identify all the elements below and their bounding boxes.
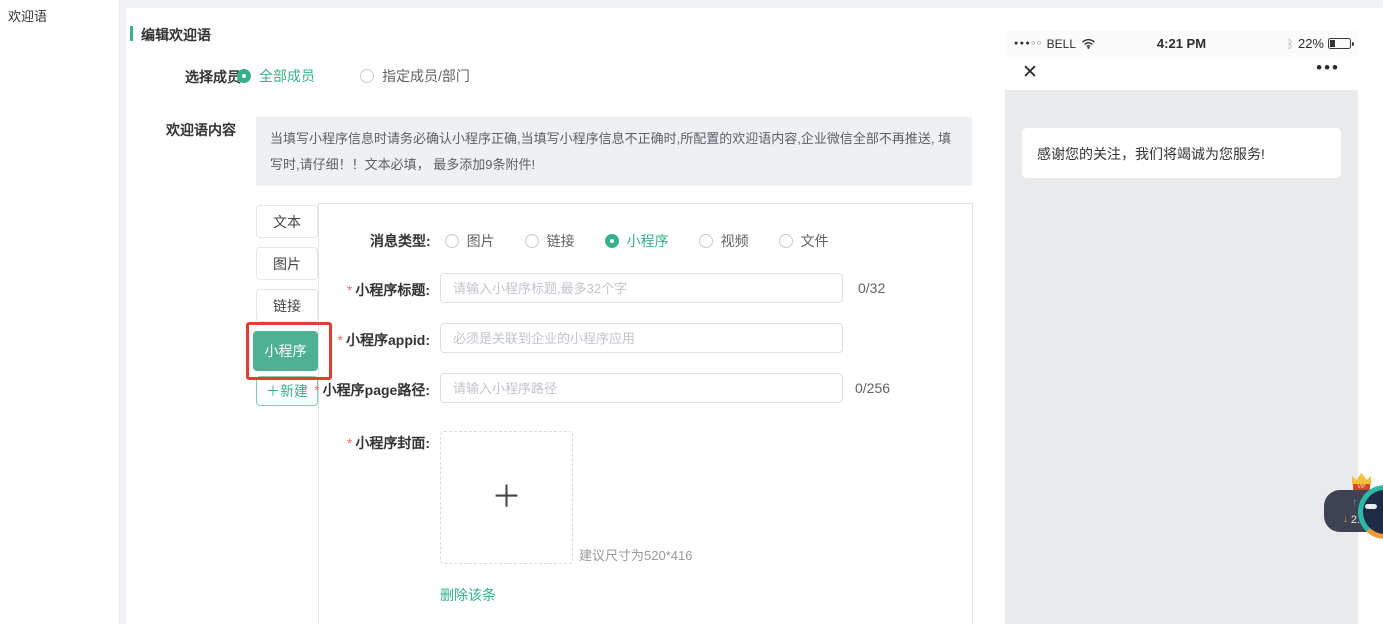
path-char-counter: 0/256 [855, 380, 890, 396]
tab-image[interactable]: 图片 [256, 247, 318, 280]
radio-specified-members-label: 指定成员/部门 [382, 66, 470, 86]
speed-pill[interactable]: ↑ 0K/s ↓ 2.1K/s [1324, 490, 1383, 532]
battery-percent: 22% [1298, 36, 1324, 51]
required-asterisk: * [347, 435, 352, 451]
radio-selected-icon[interactable] [605, 234, 619, 248]
sidebar-item-welcome-message[interactable]: 欢迎语 [8, 6, 47, 25]
msgtype-video-label: 视频 [721, 231, 749, 251]
radio-msgtype-video[interactable]: 视频 [699, 231, 749, 251]
radio-all-members[interactable]: 全部成员 [237, 66, 315, 86]
tab-text[interactable]: 文本 [256, 205, 318, 238]
cover-size-hint: 建议尺寸为520*416 [579, 545, 692, 564]
radio-unselected-icon[interactable] [525, 234, 539, 248]
radio-selected-icon[interactable] [237, 69, 251, 83]
download-arrow-icon: ↓ [1343, 514, 1348, 525]
radio-specified-members[interactable]: 指定成员/部门 [360, 66, 470, 86]
required-asterisk: * [347, 282, 352, 298]
more-menu-icon[interactable]: ••• [1316, 58, 1340, 78]
msgtype-link-label: 链接 [547, 231, 575, 251]
downloader-logo-inner [1363, 490, 1383, 534]
battery-icon [1328, 38, 1351, 49]
miniprogram-path-input[interactable] [440, 373, 843, 403]
miniprogram-path-label-text: 小程序page路径: [323, 382, 430, 398]
content-label: 欢迎语内容 [166, 120, 236, 140]
miniprogram-appid-label-text: 小程序appid: [346, 332, 430, 348]
radio-msgtype-file[interactable]: 文件 [779, 231, 829, 251]
plus-icon: ＋ [492, 483, 522, 513]
msgtype-miniprogram-label: 小程序 [627, 231, 669, 251]
bluetooth-icon: ᛒ [1287, 37, 1294, 51]
message-type-group: 消息类型: 图片 链接 小程序 视频 文件 [370, 231, 859, 251]
downloader-logo-dash [1365, 504, 1377, 509]
heading-accent-bar [130, 26, 133, 41]
radio-unselected-icon[interactable] [445, 234, 459, 248]
close-icon[interactable]: ✕ [1022, 61, 1038, 84]
radio-all-members-label: 全部成员 [259, 66, 315, 86]
radio-unselected-icon[interactable] [699, 234, 713, 248]
miniprogram-title-input[interactable] [440, 273, 843, 303]
tab-image-label: 图片 [273, 254, 301, 274]
miniprogram-appid-input[interactable] [440, 323, 843, 353]
message-type-label: 消息类型: [370, 231, 431, 251]
radio-unselected-icon[interactable] [360, 69, 374, 83]
tab-text-label: 文本 [273, 212, 301, 232]
status-right-cluster: ᛒ 22% [1287, 36, 1351, 51]
phone-nav-bar: ✕ ••• [1005, 57, 1358, 90]
page: 欢迎语 编辑欢迎语 选择成员 全部成员 指定成员/部门 欢迎语内容 当填写小程序… [0, 0, 1383, 624]
miniprogram-cover-label-text: 小程序封面: [355, 435, 430, 451]
upload-arrow-icon: ↑ [1352, 497, 1357, 508]
member-select-group: 全部成员 指定成员/部门 [237, 66, 515, 86]
sidebar: 欢迎语 [0, 0, 118, 624]
cover-upload-box[interactable]: ＋ [440, 431, 573, 564]
miniprogram-title-label: *小程序标题: [166, 280, 430, 300]
delete-entry-link[interactable]: 删除该条 [440, 585, 496, 605]
page-title: 编辑欢迎语 [141, 25, 211, 45]
welcome-message-bubble: 感谢您的关注，我们将竭诚为您服务! [1022, 128, 1341, 178]
miniprogram-path-label: *小程序page路径: [166, 380, 430, 400]
phone-preview: ●●●○○ BELL 4:21 PM ᛒ 22% ✕ ••• 感谢您的关注，我们… [1005, 30, 1358, 624]
miniprogram-title-label-text: 小程序标题: [355, 282, 430, 298]
title-char-counter: 0/32 [858, 280, 885, 296]
radio-msgtype-link[interactable]: 链接 [525, 231, 575, 251]
required-asterisk: * [314, 382, 319, 398]
required-asterisk: * [338, 332, 343, 348]
phone-status-bar: ●●●○○ BELL 4:21 PM ᛒ 22% [1005, 30, 1358, 57]
net-speed-widget[interactable]: VIP ↑ 0K/s ↓ 2.1K/s [1324, 490, 1383, 532]
radio-msgtype-miniprogram[interactable]: 小程序 [605, 231, 669, 251]
radio-msgtype-image[interactable]: 图片 [445, 231, 495, 251]
miniprogram-cover-label: *小程序封面: [166, 433, 430, 453]
msgtype-image-label: 图片 [467, 231, 495, 251]
miniprogram-appid-label: *小程序appid: [166, 330, 430, 350]
radio-unselected-icon[interactable] [779, 234, 793, 248]
notice-banner: 当填写小程序信息时请务必确认小程序正确,当填写小程序信息不正确时,所配置的欢迎语… [256, 117, 972, 186]
msgtype-file-label: 文件 [801, 231, 829, 251]
member-select-label: 选择成员 [185, 67, 241, 87]
